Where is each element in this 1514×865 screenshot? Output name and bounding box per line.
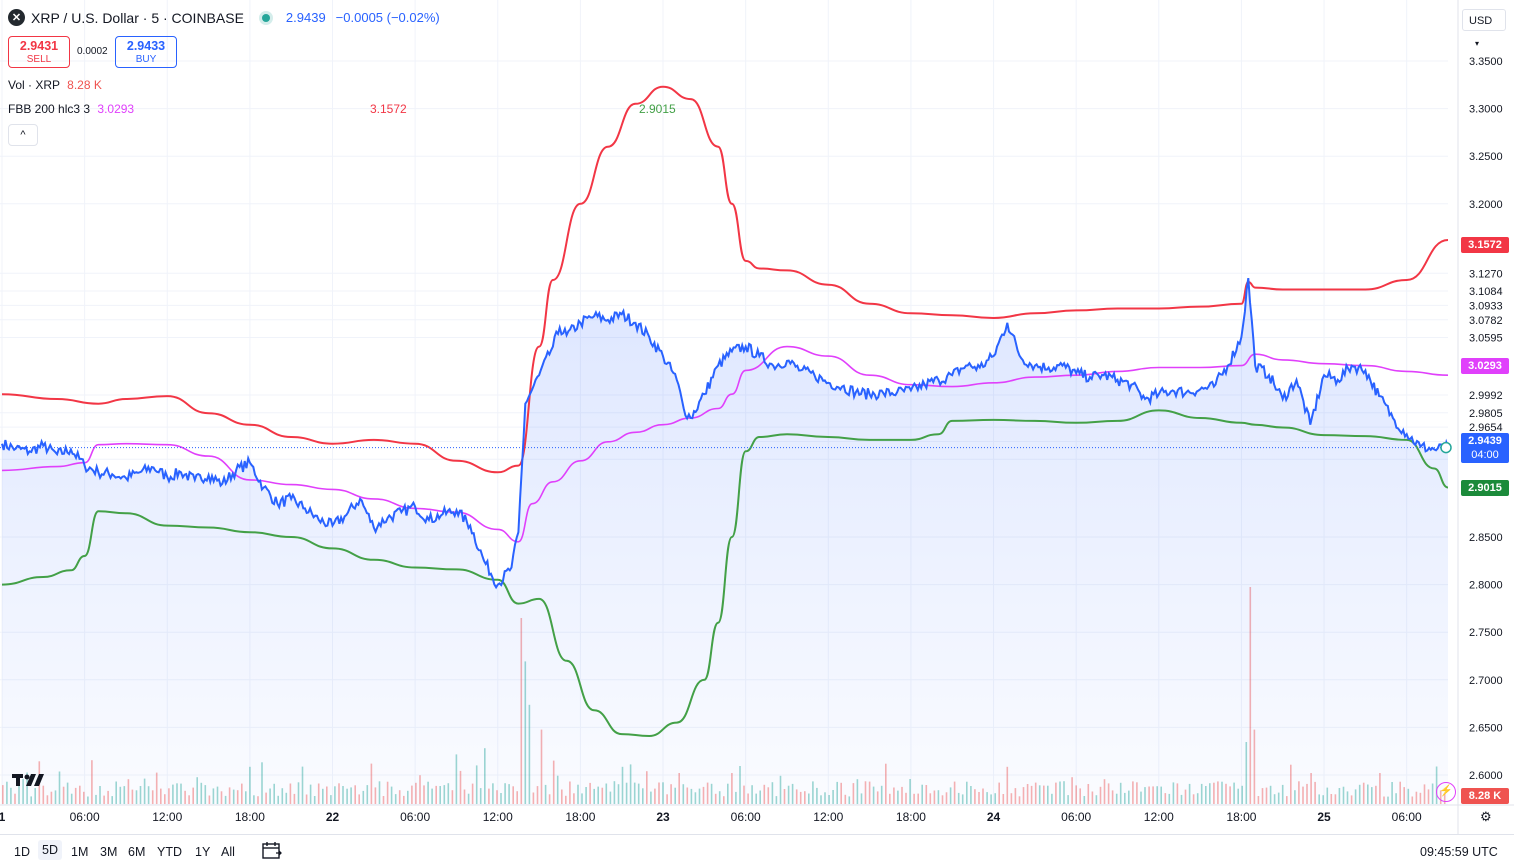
volume-legend[interactable]: Vol · XRP 8.28 K — [8, 78, 102, 92]
y-tick-label: 2.7500 — [1469, 627, 1503, 639]
last-price-tag: 2.9439 04:00 — [1461, 433, 1509, 463]
x-tick-label: 12:00 — [483, 810, 513, 824]
x-tick-label: 25 — [1317, 810, 1331, 824]
y-tick-label: 3.1084 — [1469, 286, 1503, 298]
y-tick-label: 3.2500 — [1469, 151, 1503, 163]
x-tick-label: 22 — [326, 810, 340, 824]
range-ytd-button[interactable]: YTD — [157, 845, 182, 859]
xrp-logo-icon: ✕ — [8, 9, 25, 26]
x-tick-label: 06:00 — [1392, 810, 1422, 824]
x-tick-label: 06:00 — [731, 810, 761, 824]
range-1d-button[interactable]: 1D — [14, 845, 30, 859]
utc-clock[interactable]: 09:45:59 UTC — [1420, 845, 1498, 859]
volume-legend-value: 8.28 K — [67, 78, 102, 92]
symbol-header: ✕ XRP / U.S. Dollar · 5 · COINBASE 2.943… — [8, 9, 440, 26]
market-open-icon — [261, 13, 270, 22]
price-chart[interactable]: 3.3500 3.3000 3.2500 3.2000 3.1270 3.1084 3.09… — [0, 0, 1514, 864]
y-tick-label: 2.9992 — [1469, 390, 1503, 402]
volume-price-tag: 8.28 K — [1461, 788, 1509, 804]
range-6m-button[interactable]: 6M — [128, 845, 145, 859]
x-tick-label: 18:00 — [896, 810, 926, 824]
last-price-dot — [1440, 441, 1452, 454]
range-3m-button[interactable]: 3M — [100, 845, 117, 859]
y-tick-label: 2.8000 — [1469, 580, 1503, 592]
x-tick-label: 18:00 — [1226, 810, 1256, 824]
currency-selector[interactable]: USD ▾ — [1462, 9, 1506, 48]
sell-label: SELL — [26, 54, 52, 65]
volume-legend-label: Vol · XRP — [8, 78, 60, 92]
fbb-legend-label: FBB 200 hlc3 3 — [8, 102, 91, 116]
symbol-title[interactable]: XRP / U.S. Dollar · 5 · COINBASE — [31, 10, 244, 26]
x-tick-label: 18:00 — [235, 810, 265, 824]
lightning-icon[interactable]: ⚡ — [1436, 782, 1456, 802]
range-all-button[interactable]: All — [221, 845, 235, 859]
upper-band-price-tag: 3.1572 — [1461, 237, 1509, 253]
collapse-legend-button[interactable]: ^ — [8, 124, 38, 146]
last-price-header: 2.9439 — [285, 10, 326, 25]
y-tick-label: 3.0933 — [1469, 300, 1503, 312]
x-tick-label: 06:00 — [1061, 810, 1091, 824]
lower-band-price-tag: 2.9015 — [1461, 480, 1509, 496]
x-tick-label: 12:00 — [813, 810, 843, 824]
price-change: −0.0005 (−0.02%) — [335, 10, 440, 25]
fbb-legend[interactable]: FBB 200 hlc3 3 3.0293 3.1572 2.9015 — [8, 102, 708, 116]
x-tick-label: 12:00 — [152, 810, 182, 824]
buy-button[interactable]: 2.9433 BUY — [115, 36, 177, 68]
x-tick-label: 23 — [656, 810, 670, 824]
buy-price: 2.9433 — [126, 39, 166, 53]
y-tick-label: 3.1270 — [1469, 268, 1503, 280]
range-5d-button[interactable]: 5D — [38, 840, 62, 860]
price-axis[interactable]: 3.3500 3.3000 3.2500 3.2000 3.1270 3.1084 3.09… — [1469, 56, 1503, 782]
settings-gear-icon[interactable]: ⚙ — [1480, 809, 1492, 825]
calendar-icon[interactable] — [262, 841, 282, 864]
fbb-upper-value: 3.1572 — [370, 102, 407, 116]
middle-band-price-tag: 3.0293 — [1461, 358, 1509, 374]
y-tick-label: 3.0595 — [1469, 333, 1503, 345]
x-tick-label: 12:00 — [1144, 810, 1174, 824]
buy-label: BUY — [135, 54, 157, 65]
sell-price: 2.9431 — [19, 39, 59, 53]
y-tick-label: 2.9805 — [1469, 408, 1503, 420]
x-tick-label: 06:00 — [70, 810, 100, 824]
x-tick-label: 24 — [987, 810, 1001, 824]
chevron-down-icon: ▾ — [1475, 39, 1480, 48]
y-tick-label: 3.3000 — [1469, 104, 1503, 116]
y-tick-label: 2.6000 — [1469, 770, 1503, 782]
y-tick-label: 2.8500 — [1469, 532, 1503, 544]
y-tick-label: 3.3500 — [1469, 56, 1503, 68]
currency-label: USD — [1469, 15, 1493, 27]
y-tick-label: 3.0782 — [1469, 315, 1503, 327]
x-tick-label: 1 — [0, 810, 6, 824]
y-tick-label: 2.6500 — [1469, 722, 1503, 734]
range-1y-button[interactable]: 1Y — [195, 845, 210, 859]
fbb-lower-value: 2.9015 — [639, 102, 676, 116]
tradingview-logo-icon[interactable] — [12, 772, 44, 793]
range-1m-button[interactable]: 1M — [71, 845, 88, 859]
y-tick-label: 3.2000 — [1469, 199, 1503, 211]
x-tick-label: 06:00 — [400, 810, 430, 824]
fbb-mid-value: 3.0293 — [97, 102, 135, 116]
bar-countdown: 04:00 — [1471, 449, 1499, 461]
sell-button[interactable]: 2.9431 SELL — [8, 36, 70, 68]
y-tick-label: 2.7000 — [1469, 675, 1503, 687]
last-price-tag-value: 2.9439 — [1468, 435, 1502, 447]
x-tick-label: 18:00 — [565, 810, 595, 824]
time-axis[interactable]: 1 06:00 12:00 18:00 22 06:00 12:00 18:00 23 06:00… — [0, 810, 1422, 824]
spread-value: 0.0002 — [77, 46, 108, 57]
